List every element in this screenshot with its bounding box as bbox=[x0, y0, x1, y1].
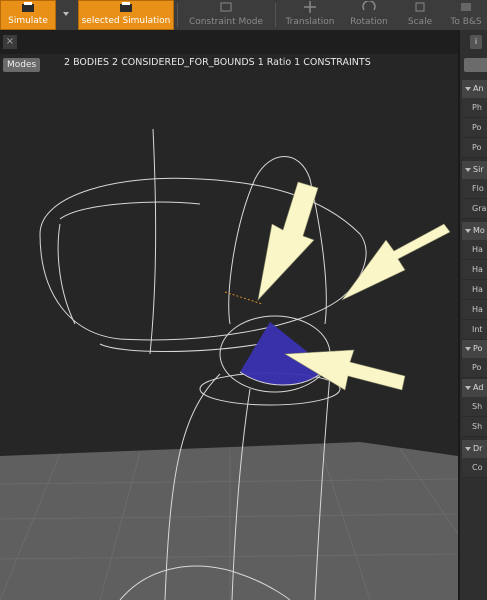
property-label: Flo bbox=[472, 184, 484, 193]
close-icon[interactable]: × bbox=[3, 35, 17, 49]
property-row[interactable]: Ph bbox=[462, 98, 487, 118]
details-tab-icon[interactable]: i bbox=[470, 35, 482, 49]
property-row[interactable]: Ha bbox=[462, 260, 487, 280]
rotate-icon bbox=[362, 1, 376, 11]
search-input[interactable] bbox=[464, 58, 487, 72]
to-bs-icon bbox=[461, 3, 471, 11]
property-label: Co bbox=[472, 463, 483, 472]
stats-readout: 2 BODIES 2 CONSIDERED_FOR_BOUNDS 1 Ratio… bbox=[64, 57, 371, 68]
details-panel: i An Ph Po Po Sir Flo Gra Mo Ha Ha Ha Ha… bbox=[458, 30, 487, 600]
to-bs-button[interactable]: To B&S bbox=[445, 0, 487, 30]
property-label: Sh bbox=[472, 402, 483, 411]
section-header[interactable]: Sir bbox=[462, 161, 487, 179]
toolbar-separator bbox=[177, 3, 178, 27]
chevron-down-icon bbox=[465, 167, 471, 172]
section-label: An bbox=[473, 84, 484, 93]
property-row[interactable]: Ha bbox=[462, 240, 487, 260]
chevron-down-icon bbox=[465, 86, 471, 91]
capsule-body-1 bbox=[39, 128, 367, 355]
viewport-scene bbox=[0, 128, 458, 600]
simulate-selected-icon bbox=[120, 2, 132, 12]
section-label: Dr bbox=[473, 444, 483, 453]
rotation-button[interactable]: Rotation bbox=[343, 0, 395, 30]
section-header[interactable]: Ad bbox=[462, 379, 487, 397]
chevron-down-icon bbox=[465, 346, 471, 351]
translation-button[interactable]: Translation bbox=[279, 0, 341, 30]
floor-plane bbox=[0, 442, 458, 600]
viewport[interactable]: Modes 2 BODIES 2 CONSIDERED_FOR_BOUNDS 1… bbox=[0, 54, 458, 600]
constraint-icon bbox=[220, 2, 232, 12]
section-header[interactable]: Mo bbox=[462, 222, 487, 240]
chevron-down-icon bbox=[465, 446, 471, 451]
property-label: Ph bbox=[472, 103, 482, 112]
scale-icon bbox=[415, 2, 425, 12]
section-label: Sir bbox=[473, 165, 484, 174]
constraint-mode-button[interactable]: Constraint Mode bbox=[180, 0, 272, 30]
simulate-icon bbox=[22, 2, 34, 12]
property-row[interactable]: Sh bbox=[462, 397, 487, 417]
section-label: Mo bbox=[473, 226, 485, 235]
translation-label: Translation bbox=[285, 17, 335, 27]
property-label: Po bbox=[472, 123, 482, 132]
property-label: Ha bbox=[472, 305, 483, 314]
property-label: Po bbox=[472, 143, 482, 152]
rotation-label: Rotation bbox=[350, 17, 388, 27]
constraint-mode-label: Constraint Mode bbox=[188, 17, 264, 27]
property-label: Ha bbox=[472, 265, 483, 274]
tab-strip: × bbox=[0, 30, 487, 54]
section-header[interactable]: Dr bbox=[462, 440, 487, 458]
property-row[interactable]: Co bbox=[462, 458, 487, 478]
property-label: Sh bbox=[472, 422, 483, 431]
modes-button[interactable]: Modes bbox=[3, 58, 41, 72]
simulate-dropdown[interactable] bbox=[57, 0, 75, 30]
property-label: Gra bbox=[472, 204, 487, 213]
section-header[interactable]: An bbox=[462, 80, 487, 98]
annotation-arrow-2 bbox=[341, 223, 451, 301]
property-row[interactable]: Int bbox=[462, 320, 487, 340]
scale-label: Scale bbox=[407, 17, 433, 27]
property-row[interactable]: Po bbox=[462, 358, 487, 378]
annotation-arrow-1 bbox=[257, 181, 319, 301]
selected-simulation-button[interactable]: selected Simulation bbox=[78, 0, 174, 30]
simulate-label: Simulate bbox=[8, 16, 48, 26]
property-row[interactable]: Flo bbox=[462, 179, 487, 199]
property-row[interactable]: Sh bbox=[462, 417, 487, 437]
chevron-down-icon bbox=[63, 12, 69, 16]
property-label: Int bbox=[472, 325, 483, 334]
property-row[interactable]: Po bbox=[462, 118, 487, 138]
property-label: Ha bbox=[472, 245, 483, 254]
joint-axis-line bbox=[224, 291, 263, 305]
scale-button[interactable]: Scale bbox=[398, 0, 442, 30]
toolbar-separator bbox=[275, 3, 276, 27]
translate-icon bbox=[304, 1, 316, 13]
property-row[interactable]: Ha bbox=[462, 280, 487, 300]
property-label: Ha bbox=[472, 285, 483, 294]
to-bs-label: To B&S bbox=[450, 17, 482, 27]
property-row[interactable]: Po bbox=[462, 138, 487, 158]
section-label: Po bbox=[473, 344, 483, 353]
property-row[interactable]: Ha bbox=[462, 300, 487, 320]
section-label: Ad bbox=[473, 383, 484, 392]
section-header[interactable]: Po bbox=[462, 340, 487, 358]
property-row[interactable]: Gra bbox=[462, 199, 487, 219]
property-label: Po bbox=[472, 363, 482, 372]
chevron-down-icon bbox=[465, 228, 471, 233]
toolbar: Simulate selected Simulation Constraint … bbox=[0, 0, 487, 31]
chevron-down-icon bbox=[465, 385, 471, 390]
simulate-button[interactable]: Simulate bbox=[0, 0, 56, 30]
selected-simulation-label: selected Simulation bbox=[81, 16, 171, 26]
